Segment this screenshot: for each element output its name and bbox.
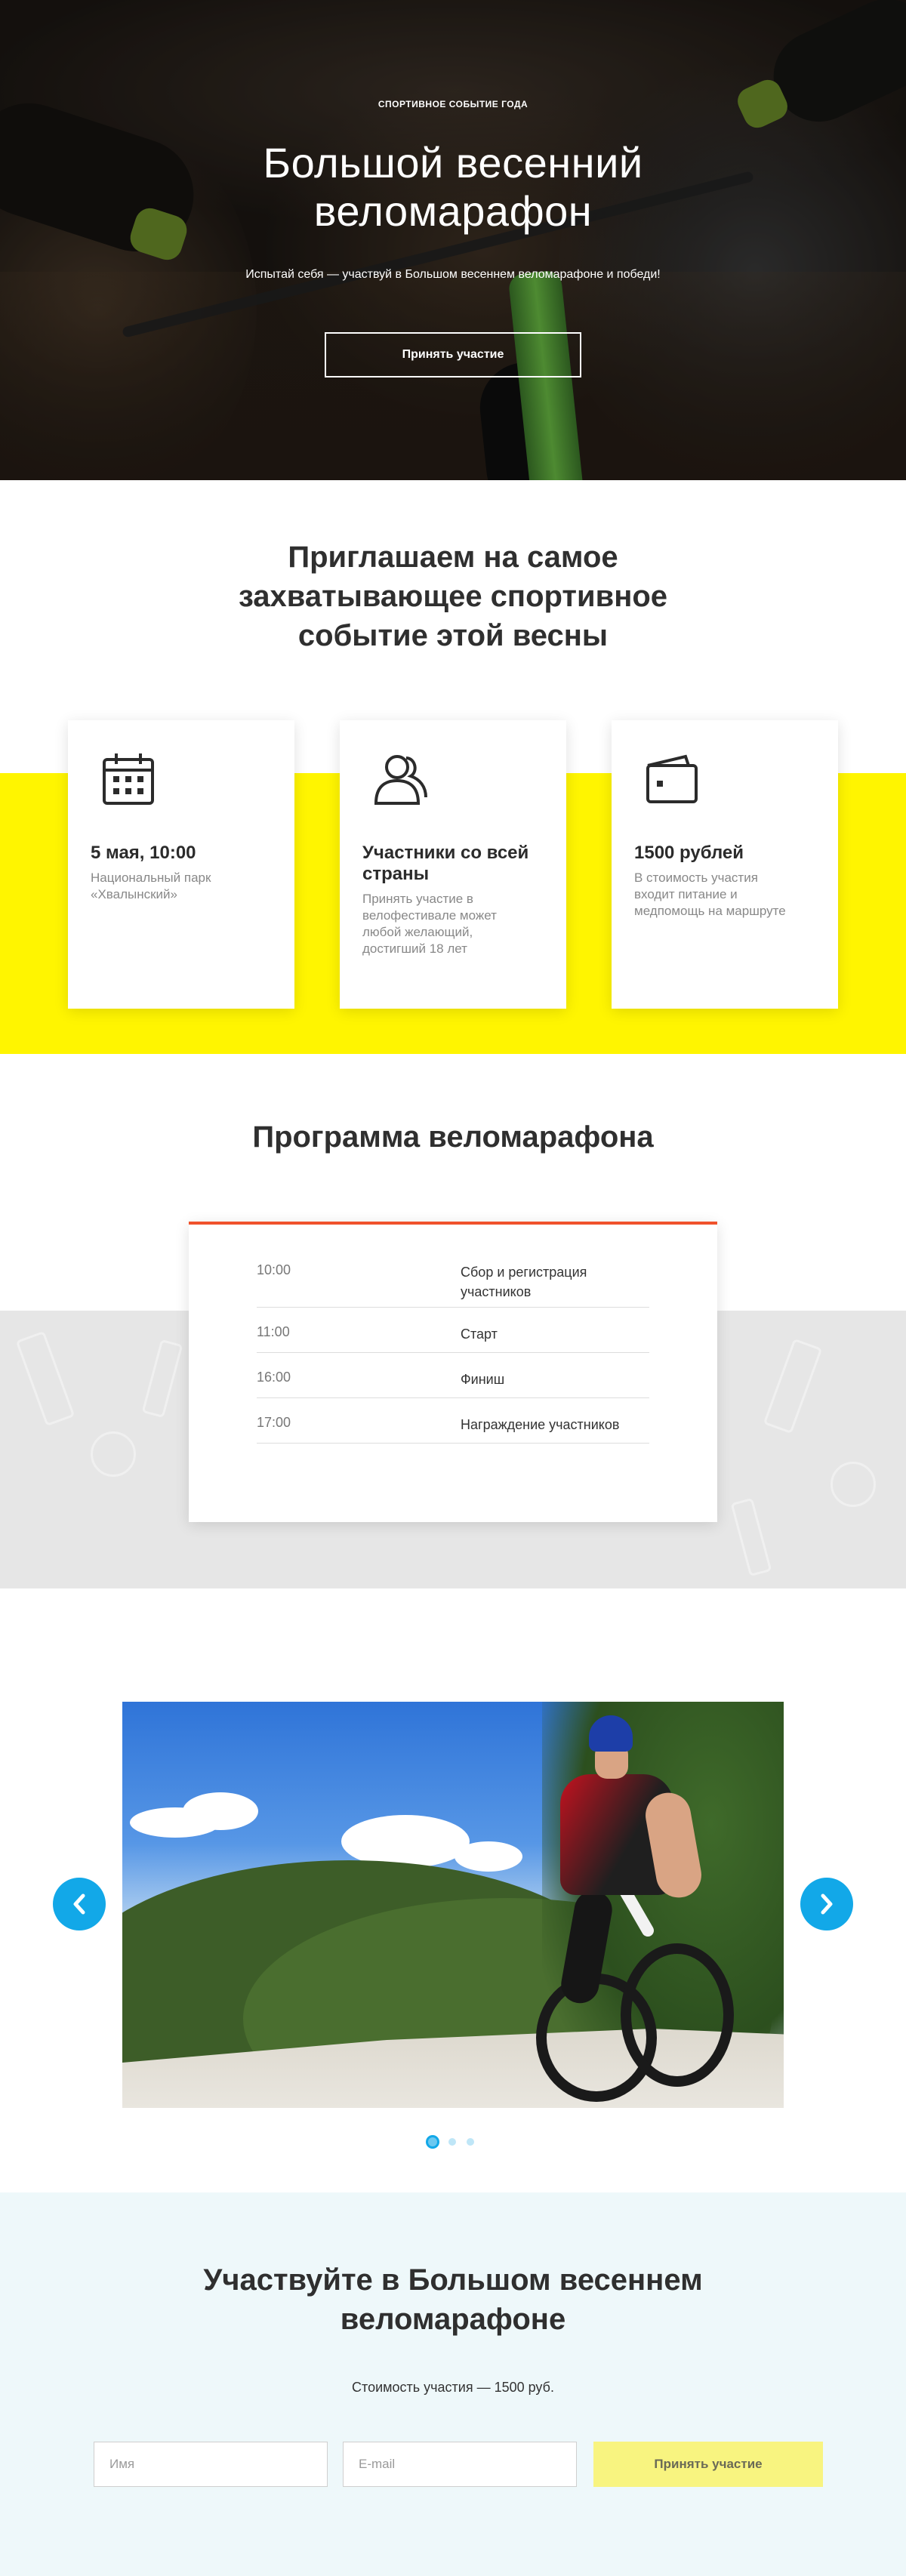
- slider-dot-active[interactable]: [426, 2135, 439, 2149]
- schedule-time: 10:00: [257, 1262, 291, 1277]
- card-title-line: Участники со всей: [362, 843, 529, 863]
- slider-dots: [423, 2135, 483, 2149]
- decor-shape: [91, 1431, 136, 1477]
- decor-shape: [15, 1330, 76, 1427]
- photo-slider: [0, 1596, 906, 2192]
- schedule-row: 10:00 Сбор и регистрация участников: [257, 1262, 649, 1308]
- schedule-event: Старт: [461, 1327, 498, 1342]
- card-text-line: любой желающий,: [362, 925, 473, 939]
- email-field[interactable]: [343, 2442, 577, 2487]
- schedule-time: 11:00: [257, 1324, 290, 1339]
- invite-section: Приглашаем на самое захватывающее спорти…: [0, 480, 906, 1054]
- price-text: Стоимость участия — 1500 руб.: [352, 2380, 554, 2395]
- schedule-event: Сбор и регистрация участников: [461, 1262, 649, 1302]
- invite-title-line: событие этой весны: [297, 619, 609, 652]
- hero-subtitle: Испытай себя — участвуй в Большом весенн…: [245, 268, 661, 281]
- slider-dot[interactable]: [448, 2138, 456, 2146]
- card-title: Участники со всей страны: [362, 843, 551, 885]
- signup-title: Участвуйте в Большом весеннем веломарафо…: [151, 2260, 755, 2339]
- hero-title-line: Большой весенний: [263, 139, 643, 186]
- hero-title-line: веломарафон: [313, 187, 593, 235]
- program-title: Программа веломарафона: [252, 1120, 654, 1154]
- invite-title-line: захватывающее спортивное: [238, 580, 668, 613]
- hero-kicker: СПОРТИВНОЕ СОБЫТИЕ ГОДА: [378, 99, 528, 109]
- slide-cloud: [455, 1841, 522, 1872]
- signup-title-line: Участвуйте в Большом весеннем: [203, 2263, 703, 2297]
- name-field[interactable]: [94, 2442, 328, 2487]
- card-text-line: медпомощь на маршруте: [634, 904, 786, 918]
- feature-card-price: 1500 рублей В стоимость участия входит п…: [612, 720, 838, 1009]
- schedule-event: Награждение участников: [461, 1417, 620, 1432]
- schedule-event-line: участников: [461, 1284, 532, 1299]
- signup-submit-button[interactable]: Принять участие: [593, 2442, 823, 2487]
- schedule-row: 11:00 Старт: [257, 1324, 649, 1353]
- wallet-icon: [646, 754, 698, 803]
- schedule-row: 16:00 Финиш: [257, 1370, 649, 1398]
- hero-join-button[interactable]: Принять участие: [325, 332, 581, 377]
- slider-dot[interactable]: [467, 2138, 474, 2146]
- card-text-line: входит питание и: [634, 887, 738, 901]
- slide-image: [122, 1702, 784, 2108]
- hero-title: Большой весенний веломарафон: [151, 139, 755, 236]
- program-section: Программа веломарафона 10:00 Сбор и реги…: [0, 1054, 906, 1596]
- card-text-line: велофестивале может: [362, 908, 497, 923]
- card-text-line: Национальный парк: [91, 870, 211, 885]
- schedule-time: 16:00: [257, 1370, 291, 1385]
- schedule-row: 17:00 Награждение участников: [257, 1415, 649, 1444]
- hero-overlay: [0, 0, 906, 480]
- card-title-line: страны: [362, 864, 430, 884]
- invite-title: Приглашаем на самое захватывающее спорти…: [189, 538, 717, 655]
- chevron-right-icon: [821, 1893, 833, 1915]
- card-text: Национальный парк «Хвалынский»: [91, 870, 279, 903]
- signup-title-line: веломарафоне: [340, 2303, 566, 2336]
- calendar-icon: [103, 753, 154, 805]
- card-text-line: В стоимость участия: [634, 870, 758, 885]
- card-text: Принять участие в велофестивале может лю…: [362, 891, 551, 957]
- chevron-left-icon: [73, 1893, 85, 1915]
- slider-prev-button[interactable]: [53, 1878, 106, 1930]
- card-text: В стоимость участия входит питание и мед…: [634, 870, 823, 920]
- signup-section: Участвуйте в Большом весеннем веломарафо…: [0, 2192, 906, 2576]
- decor-shape: [730, 1497, 772, 1577]
- participants-icon: [374, 755, 427, 805]
- slider-next-button[interactable]: [800, 1878, 853, 1930]
- bike-wheel: [621, 1943, 734, 2087]
- card-text-line: достигший 18 лет: [362, 941, 467, 956]
- decor-shape: [763, 1338, 823, 1434]
- card-text-line: Принять участие в: [362, 892, 473, 906]
- schedule-event-line: Сбор и регистрация: [461, 1265, 587, 1280]
- hero-section: СПОРТИВНОЕ СОБЫТИЕ ГОДА Большой весенний…: [0, 0, 906, 480]
- card-text-line: «Хвалынский»: [91, 887, 177, 901]
- feature-card-participants: Участники со всей страны Принять участие…: [340, 720, 566, 1009]
- feature-card-date: 5 мая, 10:00 Национальный парк «Хвалынск…: [68, 720, 294, 1009]
- schedule-time: 17:00: [257, 1415, 291, 1430]
- card-title: 5 мая, 10:00: [91, 843, 196, 863]
- schedule-event: Финиш: [461, 1372, 505, 1387]
- invite-title-line: Приглашаем на самое: [288, 541, 618, 574]
- decor-shape: [141, 1339, 183, 1419]
- slide-cloud: [183, 1792, 258, 1830]
- schedule-card: 10:00 Сбор и регистрация участников 11:0…: [189, 1222, 717, 1522]
- card-title: 1500 рублей: [634, 843, 744, 863]
- decor-shape: [830, 1462, 876, 1507]
